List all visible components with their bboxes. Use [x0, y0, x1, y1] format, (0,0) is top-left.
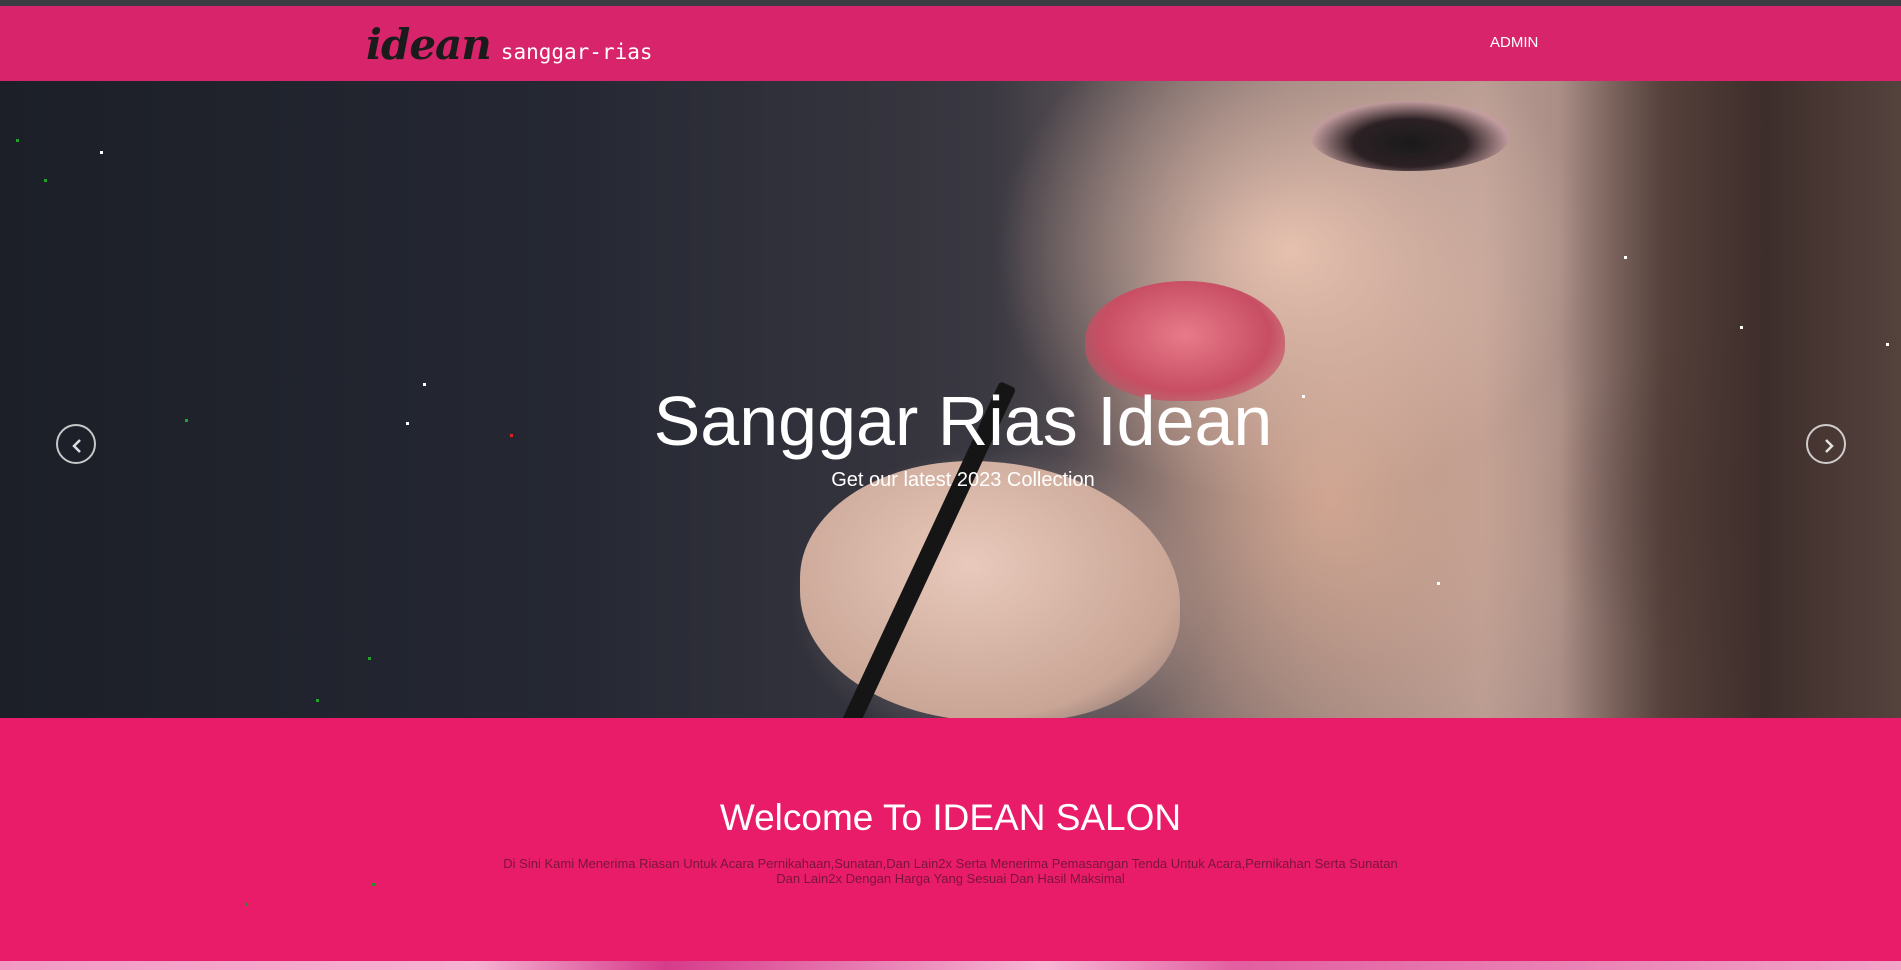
particle — [1886, 343, 1889, 346]
particle — [1437, 582, 1440, 585]
particle — [1740, 326, 1743, 329]
chevron-left-icon — [72, 439, 81, 453]
carousel-subtitle: Get our latest 2023 Collection — [831, 469, 1095, 491]
welcome-text: Di Sini Kami Menerima Riasan Untuk Acara… — [503, 856, 1398, 886]
brand-logo[interactable]: idean sanggar-rias — [366, 20, 653, 69]
particle — [316, 699, 319, 702]
particle — [1624, 256, 1627, 259]
particle — [372, 883, 375, 886]
hero-image-hand — [800, 461, 1180, 718]
particle — [368, 657, 371, 660]
admin-link[interactable]: ADMIN — [1490, 34, 1538, 51]
carousel-caption: Sanggar Rias Idean Get our latest 2023 C… — [0, 381, 1901, 492]
welcome-title: Welcome To IDEAN SALON — [719, 797, 1182, 838]
next-section-image — [0, 961, 1901, 970]
chevron-right-icon — [1825, 439, 1834, 453]
navbar: idean sanggar-rias ADMIN — [0, 6, 1901, 81]
hero-image-eye — [1310, 101, 1510, 171]
particle — [245, 903, 248, 906]
hero-carousel: Sanggar Rias Idean Get our latest 2023 C… — [0, 81, 1901, 718]
carousel-prev-button[interactable] — [56, 424, 96, 464]
particle — [16, 139, 19, 142]
carousel-next-button[interactable] — [1806, 424, 1846, 464]
particle — [44, 179, 47, 182]
brand-script: idean — [366, 20, 492, 69]
welcome-section: Welcome To IDEAN SALON Di Sini Kami Mene… — [0, 718, 1901, 961]
brand-subtitle: sanggar-rias — [500, 40, 653, 64]
carousel-title: Sanggar Rias Idean — [653, 382, 1273, 460]
particle — [100, 151, 103, 154]
